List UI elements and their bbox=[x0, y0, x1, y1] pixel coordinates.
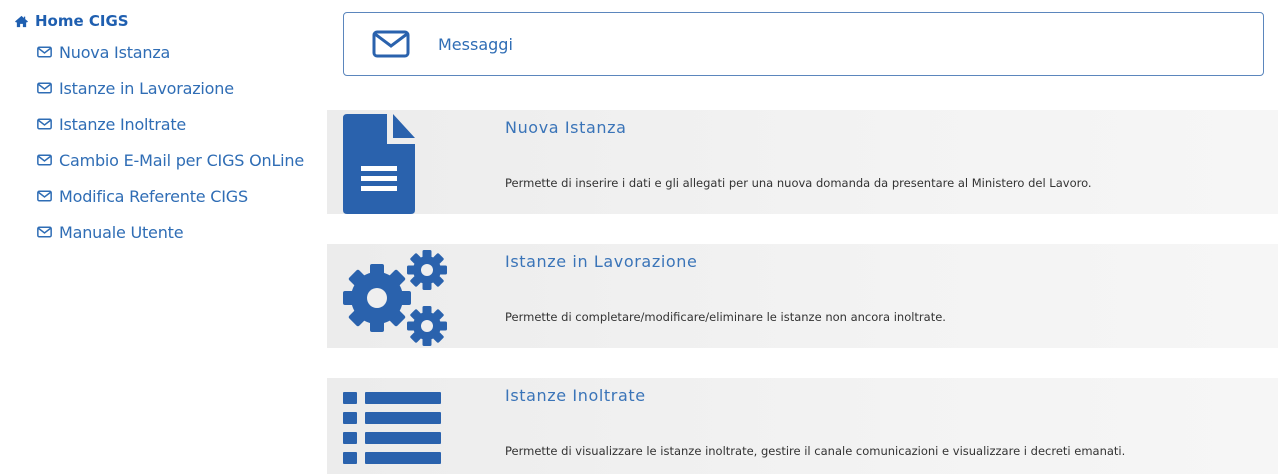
sidebar-menu: Nuova Istanza Istanze in Lavorazione Ist… bbox=[14, 34, 334, 250]
sidebar-item-istanze-inoltrate[interactable]: Istanze Inoltrate bbox=[37, 106, 334, 142]
sidebar-item-label: Cambio E-Mail per CIGS OnLine bbox=[59, 150, 304, 170]
card-description: Permette di visualizzare le istanze inol… bbox=[505, 444, 1126, 458]
envelope-icon bbox=[37, 226, 52, 238]
messages-label: Messaggi bbox=[438, 34, 513, 54]
envelope-icon bbox=[37, 118, 52, 130]
card-nuova-istanza[interactable]: Nuova Istanza Permette di inserire i dat… bbox=[327, 110, 1278, 214]
card-istanze-in-lavorazione[interactable]: Istanze in Lavorazione Permette di compl… bbox=[327, 244, 1278, 348]
sidebar-nav: Home CIGS Nuova Istanza Istanze in Lavor… bbox=[14, 10, 334, 250]
card-title: Istanze Inoltrate bbox=[505, 386, 646, 405]
card-description: Permette di inserire i dati e gli allega… bbox=[505, 176, 1092, 190]
sidebar-item-manuale-utente[interactable]: Manuale Utente bbox=[37, 214, 334, 250]
card-description: Permette di completare/modificare/elimin… bbox=[505, 310, 946, 324]
document-icon bbox=[343, 114, 415, 214]
messages-button[interactable]: Messaggi bbox=[343, 12, 1264, 76]
envelope-icon bbox=[372, 30, 410, 58]
sidebar-item-istanze-in-lavorazione[interactable]: Istanze in Lavorazione bbox=[37, 70, 334, 106]
sidebar-item-label: Istanze Inoltrate bbox=[59, 114, 187, 134]
sidebar-home-label: Home CIGS bbox=[35, 12, 129, 30]
list-icon bbox=[343, 392, 441, 464]
sidebar-item-label: Istanze in Lavorazione bbox=[59, 78, 234, 98]
sidebar-item-cambio-email[interactable]: Cambio E-Mail per CIGS OnLine bbox=[37, 142, 334, 178]
sidebar-item-label: Modifica Referente CIGS bbox=[59, 186, 248, 206]
page: Home CIGS Nuova Istanza Istanze in Lavor… bbox=[0, 0, 1278, 474]
sidebar-home-link[interactable]: Home CIGS bbox=[14, 10, 334, 32]
sidebar-item-label: Nuova Istanza bbox=[59, 42, 171, 62]
sidebar-item-nuova-istanza[interactable]: Nuova Istanza bbox=[37, 34, 334, 70]
gears-icon bbox=[343, 250, 447, 346]
envelope-icon bbox=[37, 154, 52, 166]
envelope-icon bbox=[37, 46, 52, 58]
envelope-icon bbox=[37, 190, 52, 202]
sidebar-item-modifica-referente[interactable]: Modifica Referente CIGS bbox=[37, 178, 334, 214]
card-title: Nuova Istanza bbox=[505, 118, 627, 137]
home-icon bbox=[15, 15, 28, 27]
card-title: Istanze in Lavorazione bbox=[505, 252, 698, 271]
card-istanze-inoltrate[interactable]: Istanze Inoltrate Permette di visualizza… bbox=[327, 378, 1278, 474]
envelope-icon bbox=[37, 82, 52, 94]
sidebar-item-label: Manuale Utente bbox=[59, 222, 184, 242]
